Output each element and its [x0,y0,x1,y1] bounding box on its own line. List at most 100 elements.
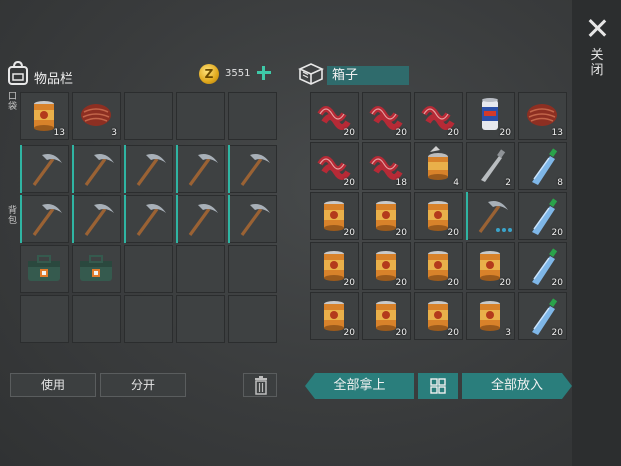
backpack-icon [8,61,28,85]
backpack-label: 背包 [8,206,18,226]
medkit-icon [28,255,60,281]
slot-canned-food[interactable]: 20 [362,242,411,290]
pickaxe-icon [32,204,62,236]
sort-grid-button[interactable] [418,373,458,399]
slot-empty[interactable] [72,295,121,343]
slot-canned-food[interactable]: 20 [362,292,411,340]
slot-water-bottle[interactable]: 20 [518,292,567,340]
pickaxe-icon [32,154,62,186]
item-count: 20 [551,228,563,238]
item-count: 20 [551,278,563,288]
slot-pickaxe[interactable] [466,192,515,240]
item-count: 2 [505,178,511,188]
slot-medkit[interactable] [20,245,69,293]
item-count: 20 [499,128,511,138]
slot-pickaxe[interactable] [124,195,173,243]
slot-bacon[interactable]: 20 [310,92,359,140]
item-count: 20 [499,278,511,288]
item-count: 20 [447,228,459,238]
slot-empty[interactable] [20,295,69,343]
pocket-label: 口袋 [8,92,18,112]
slot-canned-food[interactable]: 13 [20,92,69,140]
add-coins-plus-icon[interactable] [257,66,271,80]
slot-empty[interactable] [124,295,173,343]
slot-canned-food[interactable]: 3 [466,292,515,340]
slot-water-bottle[interactable]: 8 [518,142,567,190]
slot-canned-food[interactable]: 20 [310,242,359,290]
slot-soda-can[interactable]: 20 [466,92,515,140]
slot-empty[interactable] [176,295,225,343]
pickaxe-icon [240,154,270,186]
box-name-field[interactable]: 箱子 [327,66,409,85]
item-count: 20 [343,278,355,288]
trash-button[interactable] [243,373,277,397]
slot-canned-food[interactable]: 20 [414,192,463,240]
slot-empty[interactable] [228,245,277,293]
slot-water-bottle[interactable]: 20 [518,242,567,290]
slot-water-bottle[interactable]: 20 [518,192,567,240]
item-count: 20 [447,128,459,138]
slot-canned-food[interactable]: 20 [310,192,359,240]
item-count: 20 [395,128,407,138]
item-count: 20 [395,328,407,338]
slot-bacon[interactable]: 18 [362,142,411,190]
slot-bacon[interactable]: 20 [414,92,463,140]
slot-pickaxe[interactable] [20,145,69,193]
pickaxe-icon [240,204,270,236]
split-button[interactable]: 分开 [100,373,186,397]
slot-medkit[interactable] [72,245,121,293]
slot-bacon[interactable]: 20 [310,142,359,190]
item-count: 20 [343,228,355,238]
slot-pickaxe[interactable] [20,195,69,243]
pickaxe-icon [136,154,166,186]
trash-icon [255,376,267,395]
slot-empty[interactable] [124,92,173,140]
use-button[interactable]: 使用 [10,373,96,397]
slot-empty[interactable] [124,245,173,293]
slot-pickaxe[interactable] [228,195,277,243]
item-count: 20 [551,328,563,338]
slot-pickaxe[interactable] [176,145,225,193]
item-count: 20 [395,278,407,288]
slot-pickaxe[interactable] [176,195,225,243]
slot-pickaxe[interactable] [228,145,277,193]
grid-icon [430,378,446,394]
slot-empty[interactable] [176,245,225,293]
put-all-button[interactable]: 全部放入 [462,373,572,399]
coin-icon: Z [199,64,219,84]
item-count: 20 [447,328,459,338]
slot-pickaxe[interactable] [124,145,173,193]
slot-bacon[interactable]: 20 [362,92,411,140]
item-count: 3 [111,128,117,138]
coin-count: 3551 [225,68,251,79]
slot-canned-food[interactable]: 20 [414,242,463,290]
item-count: 3 [505,328,511,338]
item-count: 20 [343,128,355,138]
medkit-icon [80,255,112,281]
pickaxe-icon [84,154,114,186]
pickaxe-icon [136,204,166,236]
slot-pickaxe[interactable] [72,195,121,243]
take-all-button[interactable]: 全部拿上 [305,373,414,399]
slot-empty-bottle[interactable]: 2 [466,142,515,190]
slot-pickaxe[interactable] [72,145,121,193]
item-count: 20 [395,228,407,238]
pickaxe-icon [188,204,218,236]
item-count: 18 [395,178,407,188]
item-count: 20 [343,178,355,188]
slot-canned-food[interactable]: 20 [310,292,359,340]
slot-open-can[interactable]: 4 [414,142,463,190]
slot-steak[interactable]: 3 [72,92,121,140]
slot-canned-food[interactable]: 20 [362,192,411,240]
slot-canned-food[interactable]: 20 [414,292,463,340]
item-count: 20 [343,328,355,338]
close-label[interactable]: 关闭 [589,48,605,78]
slot-empty[interactable] [228,92,277,140]
slot-canned-food[interactable]: 20 [466,242,515,290]
durability-dots [496,217,514,236]
slot-empty[interactable] [228,295,277,343]
close-icon[interactable] [585,16,609,40]
slot-steak[interactable]: 13 [518,92,567,140]
item-count: 8 [557,178,563,188]
slot-empty[interactable] [176,92,225,140]
